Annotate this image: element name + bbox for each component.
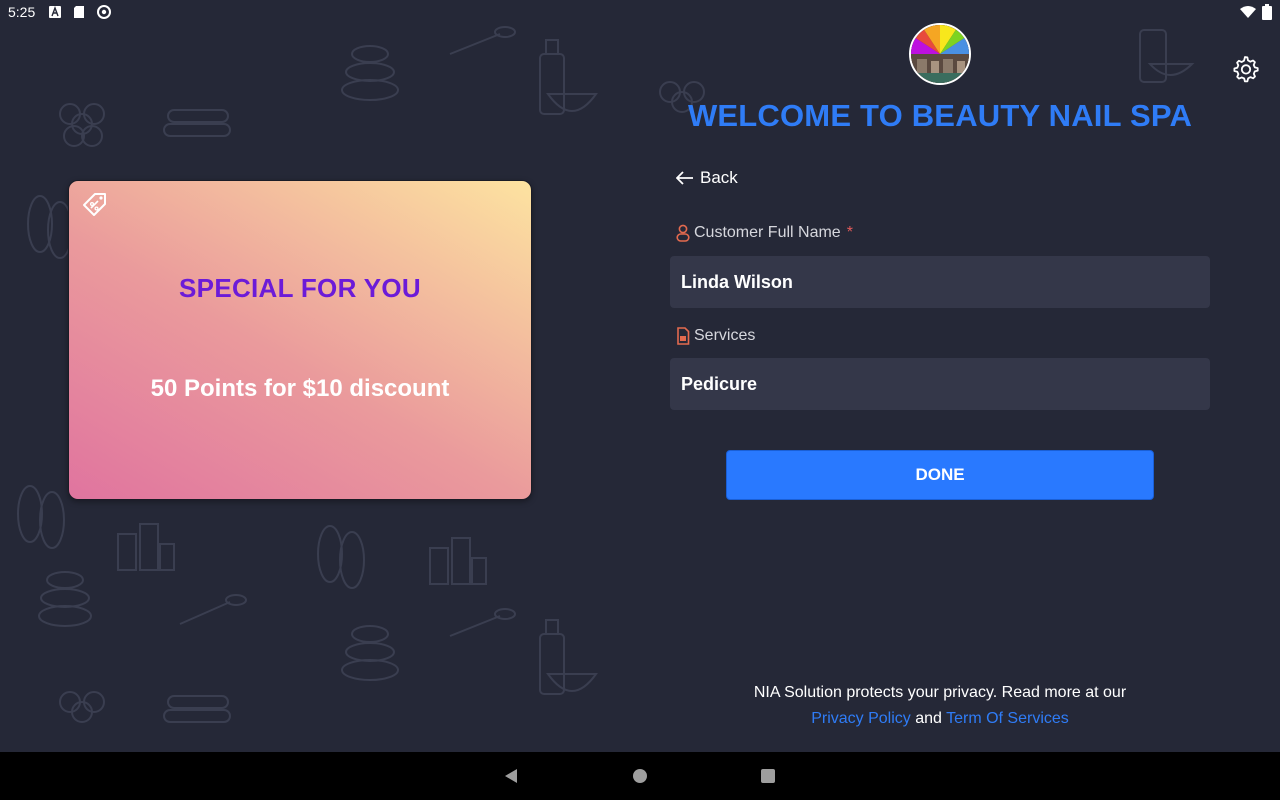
back-button[interactable]: Back (676, 166, 738, 190)
services-list-icon (677, 327, 690, 345)
required-asterisk: * (846, 224, 853, 241)
services-label: Services (676, 327, 755, 345)
promo-text: 50 Points for $10 discount (150, 375, 450, 402)
privacy-policy-link[interactable]: Privacy Policy (811, 710, 911, 727)
arrow-left-icon (676, 171, 693, 185)
back-label: Back (700, 168, 738, 187)
services-value: Pedicure (681, 373, 758, 394)
battery-icon (1262, 4, 1272, 20)
sync-circle-icon (97, 5, 112, 19)
privacy-text: NIA Solution protects your privacy. Read… (753, 684, 1127, 701)
discount-tag-icon (83, 193, 106, 216)
sd-card-icon (74, 6, 85, 18)
welcome-title: WELCOME TO BEAUTY NAIL SPA (687, 98, 1193, 133)
person-icon (676, 224, 690, 242)
promo-title: SPECIAL FOR YOU (179, 273, 421, 303)
home-circle-icon[interactable] (632, 768, 648, 784)
done-button[interactable]: DONE (726, 450, 1154, 500)
customer-name-field[interactable]: Linda Wilson (670, 256, 1210, 308)
recents-square-icon[interactable] (760, 768, 776, 784)
accessibility-a-icon (49, 6, 62, 18)
navigation-bar (0, 752, 1280, 800)
back-triangle-icon[interactable] (503, 768, 519, 784)
gear-icon[interactable] (1230, 54, 1260, 84)
terms-of-service-link[interactable]: Term Of Services (946, 710, 1069, 727)
status-bar: 5:25 (0, 0, 1280, 24)
services-label-text: Services (694, 327, 756, 344)
services-field[interactable]: Pedicure (670, 358, 1210, 410)
status-time: 5:25 (8, 4, 36, 20)
privacy-notice: NIA Solution protects your privacy. Read… (670, 680, 1210, 732)
privacy-and-text: and (915, 710, 942, 727)
customer-name-label: Customer Full Name * (676, 224, 853, 242)
customer-name-label-text: Customer Full Name (694, 224, 841, 241)
salon-avatar (909, 23, 971, 85)
wifi-icon (1240, 6, 1256, 18)
customer-name-value: Linda Wilson (681, 271, 793, 292)
promo-card: SPECIAL FOR YOU 50 Points for $10 discou… (68, 180, 532, 500)
